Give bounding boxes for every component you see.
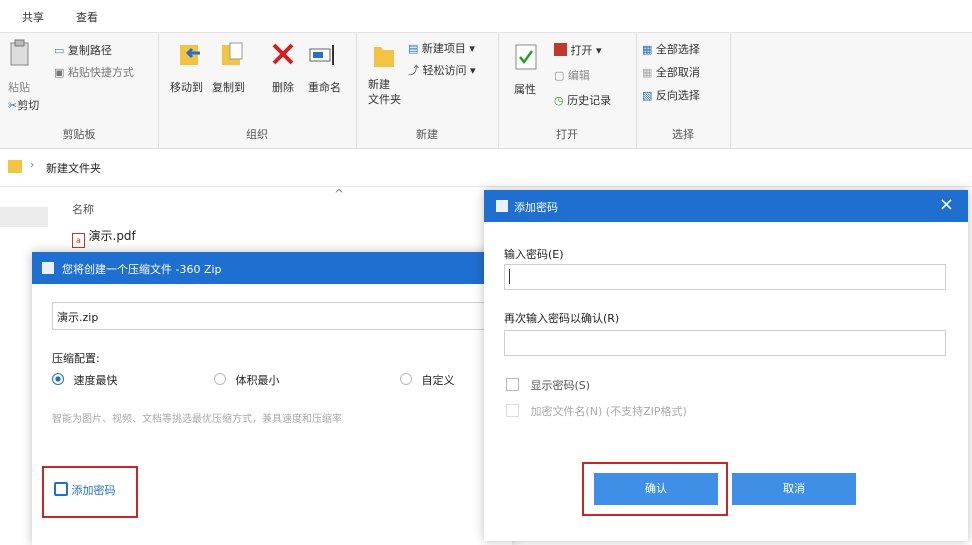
copy-to-button[interactable]: 复制到 [212,79,245,95]
confirm-button[interactable]: 确认 [594,473,718,505]
new-group-label: 新建 [416,128,438,141]
show-password-checkbox[interactable]: 显示密码(S) [506,377,590,393]
zip-app-icon [496,200,508,212]
zip-app-icon [42,262,54,274]
copy-to-icon [222,42,243,65]
scissors-icon: ✂ [8,99,18,112]
radio-checked-icon [52,373,64,385]
open-button[interactable]: 打开 ▾ [554,42,602,58]
new-item-button[interactable]: ▤ 新建项目 ▾ [408,40,475,56]
text-cursor [509,269,510,284]
open-group: 属性 打开 ▾ ▢ 编辑 ◷ 历史记录 打开 [498,33,637,148]
zip-dialog-title: 您将创建一个压缩文件 -360 Zip [62,263,222,276]
encrypt-filenames-checkbox[interactable]: 加密文件名(N) (不支持ZIP格式) [506,403,687,419]
new-group: 新建 文件夹 ▤ 新建项目 ▾ ⤴ 轻松访问 ▾ 新建 [356,33,499,148]
new-item-icon: ▤ [408,42,419,55]
select-all-icon: ▦ [642,43,653,56]
select-group: ▦ 全部选择 ▦ 全部取消 ▧ 反向选择 选择 [636,33,731,148]
move-to-button[interactable]: 移动到 [170,79,203,95]
address-bar[interactable]: › 新建文件夹 [0,150,972,187]
paste-shortcut-icon: ▣ [54,66,65,79]
folder-icon [8,160,22,173]
option-fastest[interactable]: 速度最快 [52,372,118,388]
file-row[interactable]: a 演示.pdf [72,227,136,248]
history-icon: ◷ [554,94,564,107]
edit-button[interactable]: ▢ 编辑 [554,67,590,83]
edit-icon: ▢ [554,69,565,82]
confirm-password-input[interactable] [504,330,946,356]
open-group-label: 打开 [556,128,578,141]
properties-icon [515,44,537,70]
ribbon: 粘贴 ✂剪切 ▭ 复制路径 ▣ 粘贴快捷方式 剪贴板 移动到 复制到 删除 重命… [0,32,972,149]
nav-pane-selection [0,207,48,227]
add-password-dialog: 添加密码 × 输入密码(E) 再次输入密码以确认(R) 显示密码(S) 加密文件… [484,190,968,541]
zip-create-dialog: 您将创建一个压缩文件 -360 Zip 演示.zip 压缩配置: 速度最快 体积… [32,252,512,545]
tab-share[interactable]: 共享 [22,9,44,25]
checkbox-icon [506,378,519,391]
confirm-password-label: 再次输入密码以确认(R) [504,312,620,325]
easy-access-icon: ⤴ [408,64,419,77]
history-button[interactable]: ◷ 历史记录 [554,92,611,108]
password-dialog-title: 添加密码 [514,201,558,214]
add-password-link[interactable]: 添加密码 [54,482,116,498]
select-none-icon: ▦ [642,66,653,79]
password-dialog-titlebar: 添加密码 × [484,190,968,222]
radio-unchecked-icon [400,373,412,385]
select-all-button[interactable]: ▦ 全部选择 [642,41,700,57]
copy-path-icon: ▭ [54,44,65,57]
open-app-icon [554,43,567,56]
delete-icon [272,43,294,65]
properties-button[interactable]: 属性 [514,81,536,97]
clipboard-group-label: 剪贴板 [62,128,96,141]
sort-arrow-icon: ^ [334,187,345,201]
select-none-button[interactable]: ▦ 全部取消 [642,64,700,80]
new-folder-button[interactable]: 新建 文件夹 [368,77,401,107]
easy-access-button[interactable]: ⤴ 轻松访问 ▾ [408,62,476,78]
zip-dialog-titlebar: 您将创建一个压缩文件 -360 Zip [32,252,512,284]
file-name: 演示.pdf [88,229,136,243]
new-folder-icon [374,47,394,67]
zip-filename-input[interactable]: 演示.zip [52,302,506,330]
paste-icon[interactable] [9,39,31,67]
organize-group: 移动到 复制到 删除 重命名 组织 [158,33,357,148]
breadcrumb-separator: › [30,158,35,171]
close-icon[interactable]: × [939,194,954,215]
enter-password-input[interactable] [504,264,946,290]
cut-button[interactable]: ✂剪切 [8,97,39,113]
copy-path-button[interactable]: ▭ 复制路径 [54,42,112,58]
enter-password-label: 输入密码(E) [504,248,564,261]
tab-view[interactable]: 查看 [76,9,98,25]
invert-selection-icon: ▧ [642,89,653,102]
ribbon-tab-bar: 共享 查看 [0,0,972,32]
checkbox-icon [506,404,519,417]
lock-icon [54,482,68,496]
breadcrumb-current-folder[interactable]: 新建文件夹 [46,160,101,176]
pdf-file-icon: a [72,233,85,248]
clipboard-group: 粘贴 ✂剪切 ▭ 复制路径 ▣ 粘贴快捷方式 剪贴板 [0,33,159,148]
radio-unchecked-icon [214,373,226,385]
select-group-label: 选择 [672,128,694,141]
paste-button[interactable]: 粘贴 [8,79,30,95]
paste-shortcut-button[interactable]: ▣ 粘贴快捷方式 [54,64,134,80]
organize-group-label: 组织 [246,128,268,141]
invert-selection-button[interactable]: ▧ 反向选择 [642,87,700,103]
compress-config-label: 压缩配置: [52,352,100,365]
option-smallest[interactable]: 体积最小 [214,372,280,388]
column-header-name[interactable]: 名称 [72,201,94,217]
compress-hint: 智能为图片、视频、文档等挑选最优压缩方式，兼具速度和压缩率 [52,414,342,425]
rename-button[interactable]: 重命名 [308,79,341,95]
move-to-icon [180,45,200,65]
option-custom[interactable]: 自定义 [400,372,455,388]
rename-icon [309,45,334,65]
delete-button[interactable]: 删除 [272,79,294,95]
cancel-button[interactable]: 取消 [732,473,856,505]
